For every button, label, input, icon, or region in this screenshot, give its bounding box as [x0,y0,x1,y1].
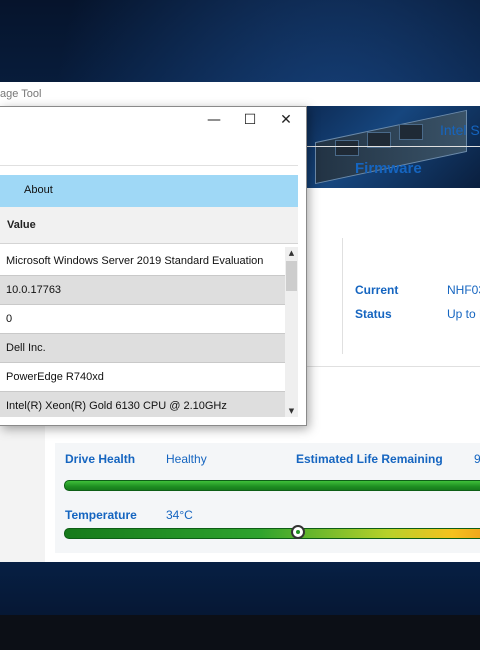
temperature-bar [64,528,480,539]
firmware-status-label: Status [355,307,392,321]
about-dialog: — ☐ ✕ About Value Microsoft Windows Serv… [0,106,307,426]
divider [0,165,298,166]
firmware-current-value: NHF03 [447,283,480,297]
drive-health-bar [64,480,480,491]
scroll-thumb[interactable] [286,261,297,291]
temperature-value: 34°C [166,508,193,522]
list-item[interactable]: 10.0.17763 [0,276,285,305]
chip-graphic [335,140,359,156]
list-item[interactable]: 0 [0,305,285,334]
drive-health-value: Healthy [166,452,207,466]
life-remaining-label: Estimated Life Remaining [296,452,443,466]
list-item[interactable]: Microsoft Windows Server 2019 Standard E… [0,247,285,276]
minimize-button[interactable]: — [196,109,232,131]
vertical-scrollbar[interactable]: ▲ ▼ [285,247,298,417]
taskbar [0,615,480,650]
firmware-heading: Firmware [355,160,422,177]
firmware-status-value: Up to D [447,307,480,321]
scroll-up-icon[interactable]: ▲ [285,247,298,259]
life-remaining-value: 9 [474,452,480,466]
firmware-current-label: Current [355,283,399,297]
drive-title: Intel S [440,122,480,138]
tab-about-label: About [24,184,53,196]
main-titlebar: age Tool [0,82,480,107]
value-column-label: Value [7,219,36,231]
tab-about[interactable]: About [0,175,298,208]
list-item[interactable]: Intel(R) Xeon(R) Gold 6130 CPU @ 2.10GHz [0,392,285,417]
temperature-marker [291,525,305,539]
temperature-label: Temperature [65,508,137,522]
divider [306,146,480,147]
close-button[interactable]: ✕ [268,109,304,131]
about-value-list: Microsoft Windows Server 2019 Standard E… [0,247,285,417]
value-column-header: Value [0,207,298,244]
main-window-title: age Tool [0,88,42,100]
scroll-down-icon[interactable]: ▼ [285,405,298,417]
maximize-button[interactable]: ☐ [232,109,268,131]
divider [306,366,480,367]
list-item[interactable]: Dell Inc. [0,334,285,363]
divider [342,238,343,354]
chip-graphic [399,124,423,140]
drive-health-label: Drive Health [65,452,136,466]
list-item[interactable]: PowerEdge R740xd [0,363,285,392]
